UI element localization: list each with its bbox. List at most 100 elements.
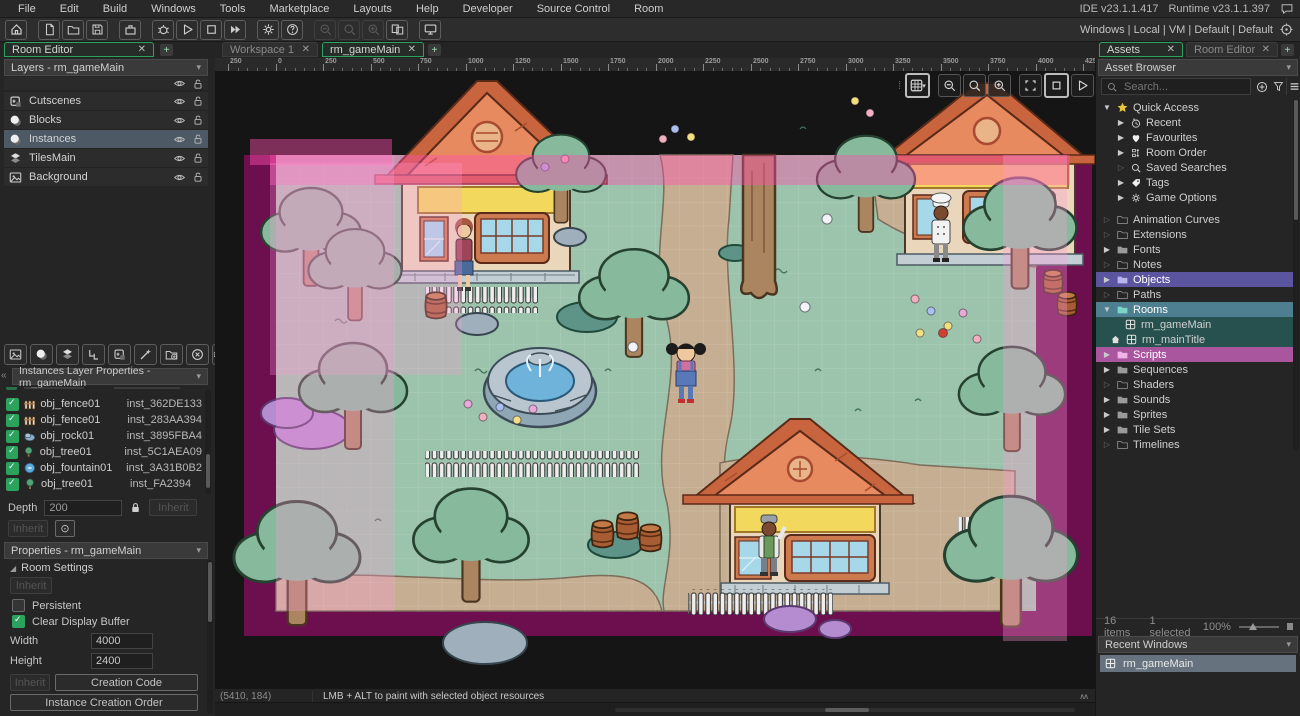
depth-input[interactable]: [44, 500, 122, 516]
zoom-in-button[interactable]: [362, 20, 384, 40]
run-button[interactable]: [176, 20, 198, 40]
menu-edit[interactable]: Edit: [48, 3, 91, 15]
tree-timelines[interactable]: ▷Timelines: [1096, 437, 1294, 452]
tree-sequences[interactable]: ▶Sequences: [1096, 362, 1294, 377]
lock-icon[interactable]: [192, 133, 204, 145]
tab-workspace-1[interactable]: Workspace 1 ✕: [222, 42, 318, 57]
canvas-zoom-reset-button[interactable]: [963, 74, 986, 97]
asset-tree-scrollbar[interactable]: [1293, 100, 1299, 450]
feedback-chat-icon[interactable]: [1280, 2, 1294, 16]
menu-marketplace[interactable]: Marketplace: [257, 3, 341, 15]
tree-quick-access[interactable]: ▼Quick Access: [1096, 100, 1294, 115]
canvas-zoom-out-button[interactable]: [938, 74, 961, 97]
target-manager-icon[interactable]: [1279, 22, 1294, 37]
properties-dropdown[interactable]: Properties - rm_gameMain ▾: [4, 542, 208, 559]
instance-row[interactable]: obj_tree01 inst_5C1AEA09: [6, 444, 202, 460]
instance-row[interactable]: obj_fence01 inst_362DE133: [6, 396, 202, 412]
tree-room-order[interactable]: ▶Room Order: [1096, 145, 1294, 160]
fit-to-window-button[interactable]: [1019, 74, 1042, 97]
zoom-reset-button[interactable]: [338, 20, 360, 40]
properties-scrollbar[interactable]: [207, 560, 213, 714]
creation-code-button[interactable]: Creation Code: [55, 674, 198, 691]
layer-row-instances-selected[interactable]: Instances: [4, 130, 208, 149]
laptop-layout-button[interactable]: [386, 20, 408, 40]
add-tab-button-left[interactable]: +: [160, 44, 173, 56]
lock-icon[interactable]: [192, 152, 204, 164]
close-icon[interactable]: ✕: [408, 44, 416, 55]
menu-layouts[interactable]: Layouts: [341, 3, 404, 15]
menu-windows[interactable]: Windows: [139, 3, 208, 15]
clear-buffer-checkbox[interactable]: [12, 615, 25, 628]
instance-row[interactable]: obj_rock01 inst_3895FBA4: [6, 428, 202, 444]
tree-shaders[interactable]: ▷Shaders: [1096, 377, 1294, 392]
tree-favourites[interactable]: ▶Favourites: [1096, 130, 1294, 145]
tree-scripts[interactable]: ▶Scripts: [1096, 347, 1294, 362]
tree-rm-maintitle[interactable]: rm_mainTitle: [1096, 332, 1294, 347]
lock-closed-icon[interactable]: [129, 501, 142, 514]
new-background-layer-button[interactable]: [4, 344, 27, 365]
tree-notes[interactable]: ▷Notes: [1096, 257, 1294, 272]
eye-icon[interactable]: [173, 152, 186, 165]
tree-game-options[interactable]: ▶Game Options: [1096, 190, 1294, 205]
instance-row[interactable]: obj_fountain01 inst_3A31B0B2: [6, 460, 202, 476]
menu-file[interactable]: File: [6, 3, 48, 15]
menu-source-control[interactable]: Source Control: [525, 3, 622, 15]
eye-icon[interactable]: [173, 95, 186, 108]
build-config-text[interactable]: Windows | Local | VM | Default | Default: [1080, 24, 1273, 36]
tree-saved-searches[interactable]: ▷Saved Searches: [1096, 160, 1294, 175]
filter-icon[interactable]: [1271, 78, 1285, 95]
new-tile-layer-button[interactable]: [56, 344, 79, 365]
tree-extensions[interactable]: ▷Extensions: [1096, 227, 1294, 242]
menu-help[interactable]: Help: [404, 3, 451, 15]
clean-button[interactable]: [224, 20, 246, 40]
tab-assets[interactable]: Assets ✕: [1099, 42, 1183, 57]
tree-paths[interactable]: ▷Paths: [1096, 287, 1294, 302]
selection-mode-button[interactable]: [1044, 73, 1069, 98]
lock-icon[interactable]: [192, 114, 204, 126]
tree-sprites[interactable]: ▶Sprites: [1096, 407, 1294, 422]
add-tab-button-center[interactable]: +: [428, 44, 441, 56]
tree-tile-sets[interactable]: ▶Tile Sets: [1096, 422, 1294, 437]
tree-animation-curves[interactable]: ▷Animation Curves: [1096, 212, 1294, 227]
asset-browser-dropdown[interactable]: Asset Browser ▾: [1098, 59, 1298, 76]
eye-icon[interactable]: [173, 114, 186, 127]
persistent-checkbox[interactable]: [12, 599, 25, 612]
tab-room-editor-right[interactable]: Room Editor ✕: [1186, 42, 1278, 57]
creation-inherit-button[interactable]: Inherit: [10, 674, 50, 691]
checkbox-checked[interactable]: [6, 414, 19, 427]
instance-row[interactable]: obj_tree01 inst_FA2394: [6, 476, 202, 492]
layer-row-blocks[interactable]: Blocks: [4, 111, 208, 130]
room-canvas[interactable]: [215, 71, 1095, 688]
grid-settings-button[interactable]: ▾: [905, 73, 930, 98]
checkbox-checked[interactable]: [6, 430, 19, 443]
layer-inherit-button[interactable]: Inherit: [8, 520, 48, 537]
room-inherit-button[interactable]: Inherit: [10, 577, 52, 594]
device-manager-button[interactable]: [419, 20, 441, 40]
layers-dropdown[interactable]: Layers - rm_gameMain ▾: [4, 59, 208, 76]
add-asset-icon[interactable]: [1254, 78, 1270, 95]
debug-button[interactable]: [152, 20, 174, 40]
close-icon[interactable]: ✕: [1262, 44, 1270, 55]
eye-icon[interactable]: [173, 77, 186, 90]
horizontal-scrollbar[interactable]: [615, 708, 1075, 712]
layer-row-tilesmain[interactable]: TilesMain: [4, 149, 208, 168]
lock-icon[interactable]: [192, 78, 204, 90]
expand-status-icon[interactable]: ∧∧: [1079, 692, 1087, 701]
menu-developer[interactable]: Developer: [451, 3, 525, 15]
add-tab-button-right[interactable]: +: [1281, 44, 1294, 56]
asset-zoom-slider[interactable]: [1239, 626, 1279, 628]
tree-fonts[interactable]: ▶Fonts: [1096, 242, 1294, 257]
save-project-button[interactable]: [86, 20, 108, 40]
instance-row[interactable]: obj_fence01 inst_283AA394: [6, 412, 202, 428]
checkbox-checked[interactable]: [6, 462, 19, 475]
new-instance-layer-button[interactable]: [30, 344, 53, 365]
checkbox-checked[interactable]: [6, 398, 19, 411]
checkbox-checked[interactable]: [6, 446, 18, 459]
close-icon[interactable]: ✕: [1167, 44, 1175, 55]
layer-row-cutscenes[interactable]: Cutscenes: [4, 92, 208, 111]
menu-hamburger-icon[interactable]: [1286, 78, 1300, 95]
room-settings-section-header[interactable]: ◢ Room Settings: [10, 562, 93, 574]
tree-sounds[interactable]: ▶Sounds: [1096, 392, 1294, 407]
eye-icon[interactable]: [173, 133, 186, 146]
depth-inherit-button[interactable]: Inherit: [149, 499, 197, 516]
